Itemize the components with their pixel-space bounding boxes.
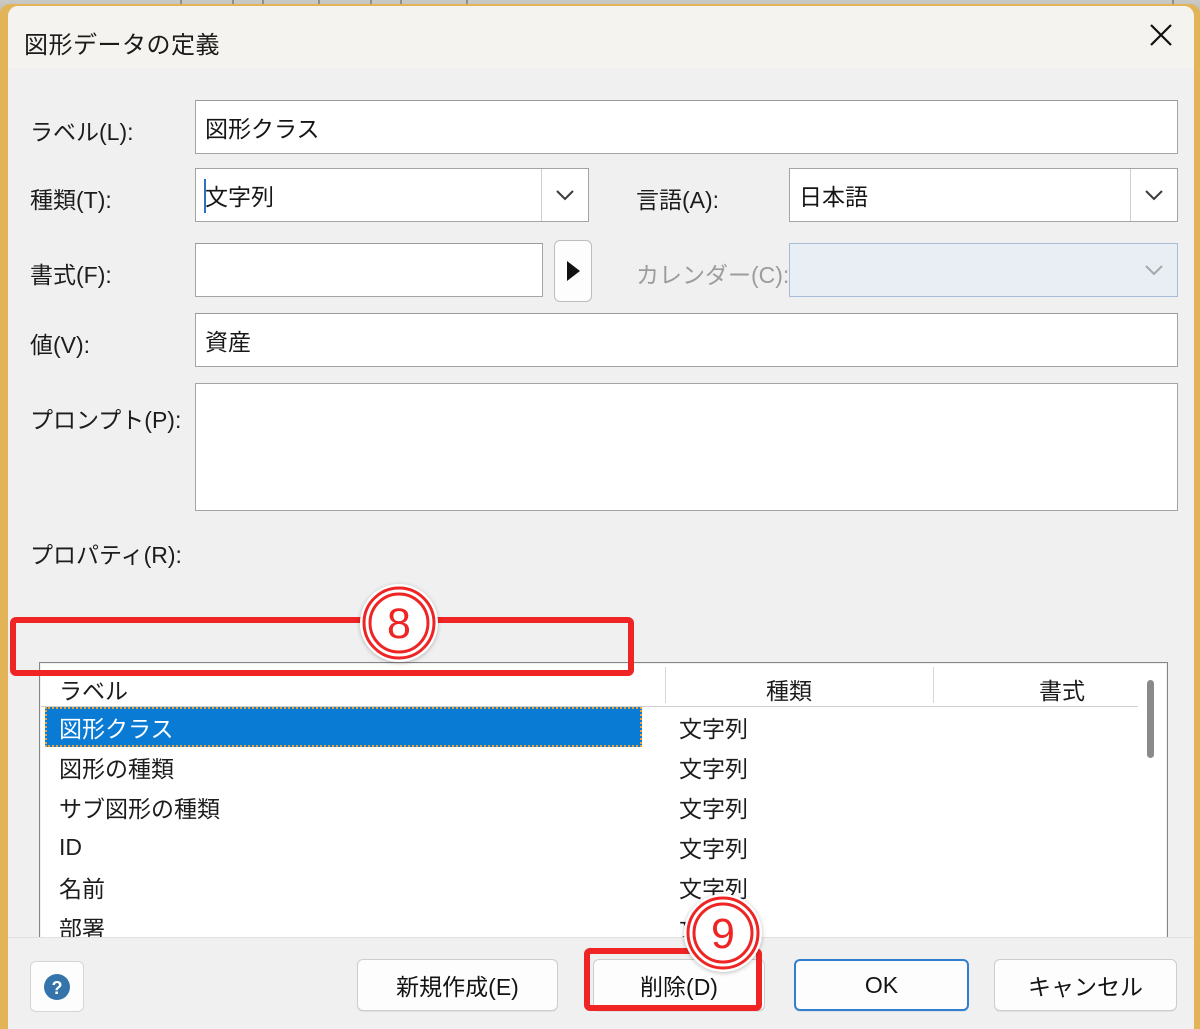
table-row[interactable]: 図形の種類 文字列 [41,747,1166,787]
help-button[interactable]: ? [30,961,84,1012]
table-row[interactable]: サブ図形の種類 文字列 [41,787,1166,827]
table-row[interactable]: ID 文字列 [41,827,1166,867]
row-type: 文字列 [679,796,748,822]
chevron-down-icon [1131,244,1177,296]
chevron-down-icon[interactable] [1130,169,1177,221]
close-icon[interactable] [1128,6,1194,64]
row-type: 文字列 [679,836,748,862]
column-header-format[interactable]: 書式 [1039,672,1085,706]
column-header-type[interactable]: 種類 [766,672,812,706]
label-field-label: ラベル(L): [30,119,134,145]
value-field-label: 値(V): [30,332,91,358]
row-label: 部署 [59,916,105,940]
column-header-label[interactable]: ラベル [59,672,128,706]
dialog-title: 図形データの定義 [24,32,220,59]
prompt-textarea[interactable] [195,383,1178,511]
type-field-label: 種類(T): [30,187,112,213]
value-input[interactable]: 資産 [195,313,1178,367]
row-type: 文字列 [679,876,748,902]
text-caret [204,179,206,213]
calendar-combobox [789,243,1178,297]
delete-button[interactable]: 削除(D) [593,959,765,1011]
table-row[interactable]: 部署 文字列 [41,907,1166,940]
row-type: 文字列 [679,716,748,742]
format-field-label: 書式(F): [30,262,112,288]
table-row[interactable]: 名前 文字列 [41,867,1166,907]
language-field-label: 言語(A): [636,187,720,213]
row-label: サブ図形の種類 [59,796,220,822]
format-input[interactable] [195,243,543,297]
properties-caption: プロパティ(R): [30,542,182,568]
scrollbar-thumb[interactable] [1147,680,1154,758]
language-combobox-value: 日本語 [799,184,868,210]
properties-list-viewport: ラベル 種類 書式 図形クラス 文字列 図形の種類 文字列 サブ図形の種類 文字… [41,664,1166,940]
type-combobox[interactable]: 文字列 [195,168,589,222]
properties-list[interactable]: ラベル 種類 書式 図形クラス 文字列 図形の種類 文字列 サブ図形の種類 文字… [39,662,1168,968]
prompt-field-label: プロンプト(P): [30,407,182,433]
row-type: 文字列 [679,756,748,782]
table-row-type-cell-0: 文字列 [41,707,1166,747]
shape-data-definition-dialog: 図形データの定義 ラベル(L): 図形クラス 種類(T): 文字列 言語(A):… [8,6,1194,1029]
question-mark-icon: ? [44,973,70,1000]
cancel-button[interactable]: キャンセル [994,959,1177,1011]
properties-list-header: ラベル 種類 書式 [41,664,1166,707]
right-triangle-icon[interactable] [554,240,592,302]
language-combobox[interactable]: 日本語 [789,168,1178,222]
row-label: 名前 [59,876,105,902]
dialog-titlebar: 図形データの定義 [8,6,1194,68]
svg-text:?: ? [52,978,63,998]
chevron-down-icon[interactable] [541,169,588,221]
label-input[interactable]: 図形クラス [195,100,1178,154]
calendar-field-label: カレンダー(C): [636,262,790,288]
dialog-body: ラベル(L): 図形クラス 種類(T): 文字列 言語(A): 日本語 書式(F… [8,68,1194,968]
type-combobox-value: 文字列 [205,184,274,210]
row-label: 図形の種類 [59,756,174,782]
properties-list-vertical-scrollbar[interactable] [1138,664,1166,940]
ok-button[interactable]: OK [794,959,969,1011]
row-label: ID [59,833,82,860]
row-type: 文字列 [679,916,748,940]
new-button[interactable]: 新規作成(E) [357,959,558,1011]
